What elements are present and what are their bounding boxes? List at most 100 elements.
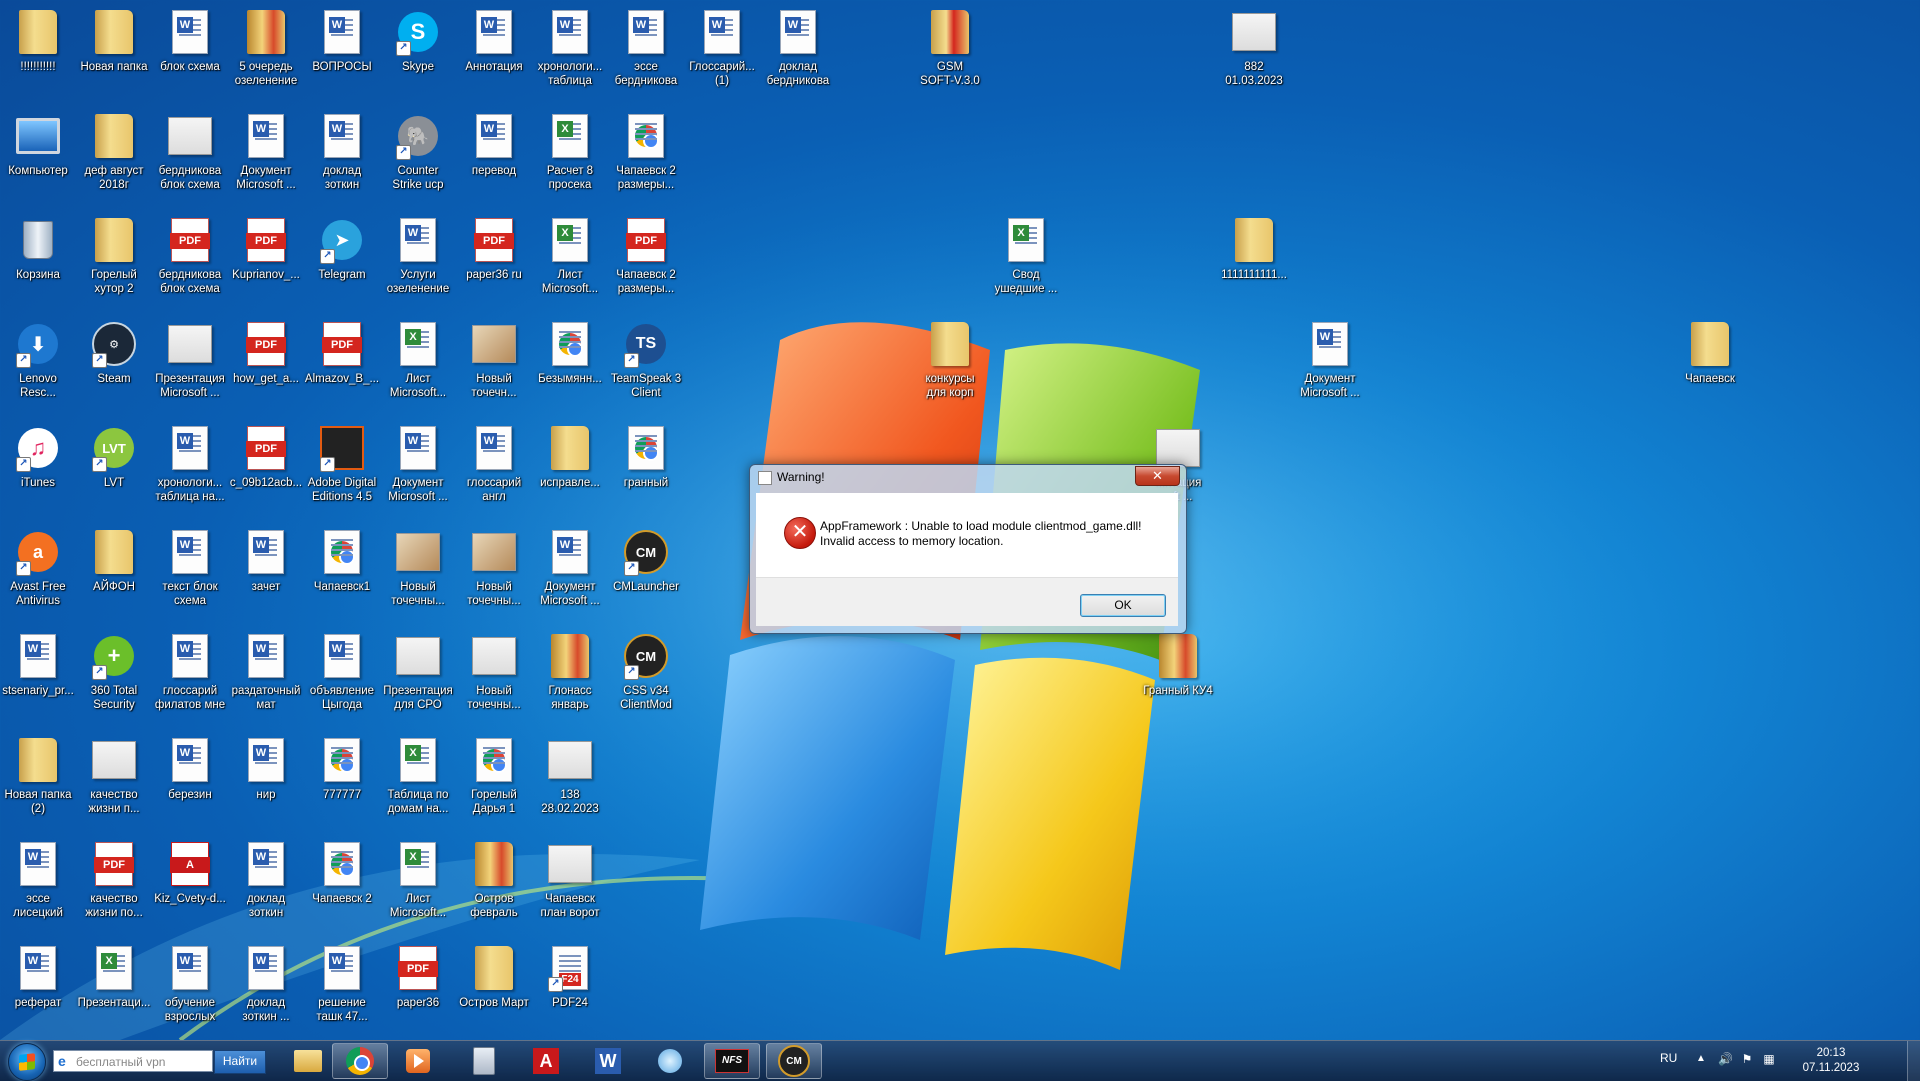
taskbar-adobe-reader[interactable]: A xyxy=(518,1043,574,1079)
desktop-icon[interactable]: PDF качество жизни по... xyxy=(76,836,152,936)
desktop-icon[interactable]: Wхронологи... таблица на... xyxy=(152,420,228,520)
search-button[interactable]: Найти xyxy=(214,1050,266,1074)
desktop-icon[interactable]: Корзина xyxy=(0,212,76,312)
desktop-icon[interactable]: X Презентаци... xyxy=(76,940,152,1040)
desktop-icon[interactable]: Wглоссарий филатов мне xyxy=(152,628,228,728)
taskbar-nfs[interactable]: NFS xyxy=(704,1043,760,1079)
language-indicator[interactable]: RU xyxy=(1660,1051,1677,1065)
desktop-icon[interactable]: Wдоклад зоткин ... xyxy=(228,940,304,1040)
desktop-icon[interactable]: Wтекст блок схема xyxy=(152,524,228,624)
taskbar-chrome[interactable] xyxy=(332,1043,388,1079)
desktop-icon[interactable]: PDF how_get_a... xyxy=(228,316,304,416)
desktop-icon[interactable]: Новый точечн... xyxy=(456,316,532,416)
taskbar-media-player[interactable] xyxy=(390,1043,446,1079)
desktop-icon[interactable]: X Лист Microsoft... xyxy=(380,316,456,416)
ok-button[interactable]: OK xyxy=(1080,594,1166,617)
desktop-icon[interactable]: a ↗ Avast Free Antivirus xyxy=(0,524,76,624)
desktop-icon[interactable]: Wраздаточный мат xyxy=(228,628,304,728)
volume-icon[interactable]: 🔊 xyxy=(1718,1052,1733,1066)
start-button[interactable] xyxy=(8,1043,46,1081)
desktop-icon[interactable]: PDF Чапаевск 2 размеры... xyxy=(608,212,684,312)
desktop-icon[interactable]: бердникова блок схема xyxy=(152,108,228,208)
desktop-icon[interactable]: Wобъявление Цыгода xyxy=(304,628,380,728)
desktop-icon[interactable]: Горелый Дарья 1 xyxy=(456,732,532,832)
desktop-icon[interactable]: ↗ Adobe Digital Editions 4.5 xyxy=(304,420,380,520)
desktop-icon[interactable]: исправле... xyxy=(532,420,608,520)
desktop-icon[interactable]: TS ↗ TeamSpeak 3 Client xyxy=(608,316,684,416)
desktop-icon[interactable]: Wstsenariy_pr... xyxy=(0,628,76,728)
desktop-icon[interactable]: Чапаевск 2 размеры... xyxy=(608,108,684,208)
desktop-icon[interactable]: Чапаевск xyxy=(1672,316,1748,416)
desktop-icon[interactable]: Презентация для СРО xyxy=(380,628,456,728)
desktop-icon[interactable]: PDF бердникова блок схема xyxy=(152,212,228,312)
desktop-icon[interactable]: Новая папка (2) xyxy=(0,732,76,832)
desktop-icon[interactable]: Wобучение взрослых xyxy=(152,940,228,1040)
desktop-icon[interactable]: Wблок схема xyxy=(152,4,228,104)
desktop-icon[interactable]: Глонасс январь xyxy=(532,628,608,728)
desktop-icon[interactable]: Презентация Microsoft ... xyxy=(152,316,228,416)
desktop-icon[interactable]: W Документ Microsoft ... xyxy=(228,108,304,208)
desktop-icon[interactable]: конкурсы для корп xyxy=(912,316,988,416)
desktop-icon[interactable]: LVT ↗ LVT xyxy=(76,420,152,520)
desktop-icon[interactable]: Wэссе лисецкий xyxy=(0,836,76,936)
desktop-icon[interactable]: Компьютер xyxy=(0,108,76,208)
desktop-icon[interactable]: АЙФОН xyxy=(76,524,152,624)
desktop-icon[interactable]: CM ↗ CMLauncher xyxy=(608,524,684,624)
desktop-icon[interactable]: Wреферат xyxy=(0,940,76,1040)
action-center-icon[interactable]: ⚑ xyxy=(1740,1052,1754,1066)
desktop-icon[interactable]: Чапаевск план ворот xyxy=(532,836,608,936)
desktop-icon[interactable]: PDF paper36 ru xyxy=(456,212,532,312)
desktop-icon[interactable]: X Лист Microsoft... xyxy=(380,836,456,936)
desktop-icon[interactable]: Гранный КУ4 xyxy=(1140,628,1216,728)
desktop-icon[interactable]: деф август 2018г xyxy=(76,108,152,208)
desktop-icon[interactable]: CM ↗ CSS v34 ClientMod xyxy=(608,628,684,728)
desktop-icon[interactable]: X Свод ушедшие ... xyxy=(988,212,1064,312)
desktop-icon[interactable]: 777777 xyxy=(304,732,380,832)
desktop-icon[interactable]: Wперевод xyxy=(456,108,532,208)
desktop-icon[interactable]: F24 ↗ PDF24 xyxy=(532,940,608,1040)
desktop-icon[interactable]: W Аннотация xyxy=(456,4,532,104)
desktop-icon[interactable]: 1111111111... xyxy=(1216,212,1292,312)
taskbar-cmlauncher[interactable]: CM xyxy=(766,1043,822,1079)
desktop-icon[interactable]: X Таблица по домам на... xyxy=(380,732,456,832)
desktop-icon[interactable]: PDF Kuprianov_... xyxy=(228,212,304,312)
desktop-icon[interactable]: Wберезин xyxy=(152,732,228,832)
desktop-icon[interactable]: Wхронологи... таблица xyxy=(532,4,608,104)
desktop-icon[interactable]: W Документ Microsoft ... xyxy=(380,420,456,520)
desktop-icon[interactable]: W Услуги озеленение xyxy=(380,212,456,312)
search-input[interactable]: e бесплатный vpn xyxy=(53,1050,213,1072)
desktop-icon[interactable]: Новый точечны... xyxy=(456,628,532,728)
desktop-icon[interactable]: гранный xyxy=(608,420,684,520)
taskbar-word[interactable]: W xyxy=(580,1043,636,1079)
desktop-icon[interactable]: GSM SOFT-V.3.0 xyxy=(912,4,988,104)
desktop-icon[interactable]: A Kiz_Cvety-d... xyxy=(152,836,228,936)
desktop-icon[interactable]: Новый точечны... xyxy=(456,524,532,624)
desktop-icon[interactable]: ⬇ ↗ Lenovo Resc... xyxy=(0,316,76,416)
clock[interactable]: 20:13 07.11.2023 xyxy=(1786,1046,1876,1076)
desktop-icon[interactable]: Wзачет xyxy=(228,524,304,624)
desktop-icon[interactable]: Новый точечны... xyxy=(380,524,456,624)
show-hidden-icons-button[interactable]: ▲ xyxy=(1696,1053,1706,1064)
desktop-icon[interactable]: Wдоклад зоткин xyxy=(304,108,380,208)
desktop-icon[interactable]: ➤ ↗ Telegram xyxy=(304,212,380,312)
desktop-icon[interactable]: ⚙ ↗ Steam xyxy=(76,316,152,416)
desktop-icon[interactable]: Остров Март xyxy=(456,940,532,1040)
desktop-icon[interactable]: W Глоссарий... (1) xyxy=(684,4,760,104)
desktop-icon[interactable]: Чапаевск1 xyxy=(304,524,380,624)
desktop-icon[interactable]: Горелый хутор 2 xyxy=(76,212,152,312)
desktop-icon[interactable]: 138 28.02.2023 xyxy=(532,732,608,832)
desktop-icon[interactable]: Остров февраль xyxy=(456,836,532,936)
desktop-icon[interactable]: S ↗ Skype xyxy=(380,4,456,104)
dialog-titlebar[interactable]: Warning! ✕ xyxy=(750,465,1186,489)
desktop-icon[interactable]: Wнир xyxy=(228,732,304,832)
taskbar-explorer[interactable] xyxy=(280,1043,336,1079)
desktop-icon[interactable]: PDF paper36 xyxy=(380,940,456,1040)
desktop-icon[interactable]: PDF Almazov_B_... xyxy=(304,316,380,416)
close-button[interactable]: ✕ xyxy=(1135,466,1180,486)
desktop-icon[interactable]: 🐘 ↗ Counter Strike ucp xyxy=(380,108,456,208)
desktop-icon[interactable]: Wглоссарий англ xyxy=(456,420,532,520)
desktop-icon[interactable]: W Документ Microsoft ... xyxy=(532,524,608,624)
desktop-icon[interactable]: Wэссе бердникова xyxy=(608,4,684,104)
network-icon[interactable]: ▦ xyxy=(1762,1052,1776,1066)
desktop-icon[interactable]: Wдоклад бердникова xyxy=(760,4,836,104)
